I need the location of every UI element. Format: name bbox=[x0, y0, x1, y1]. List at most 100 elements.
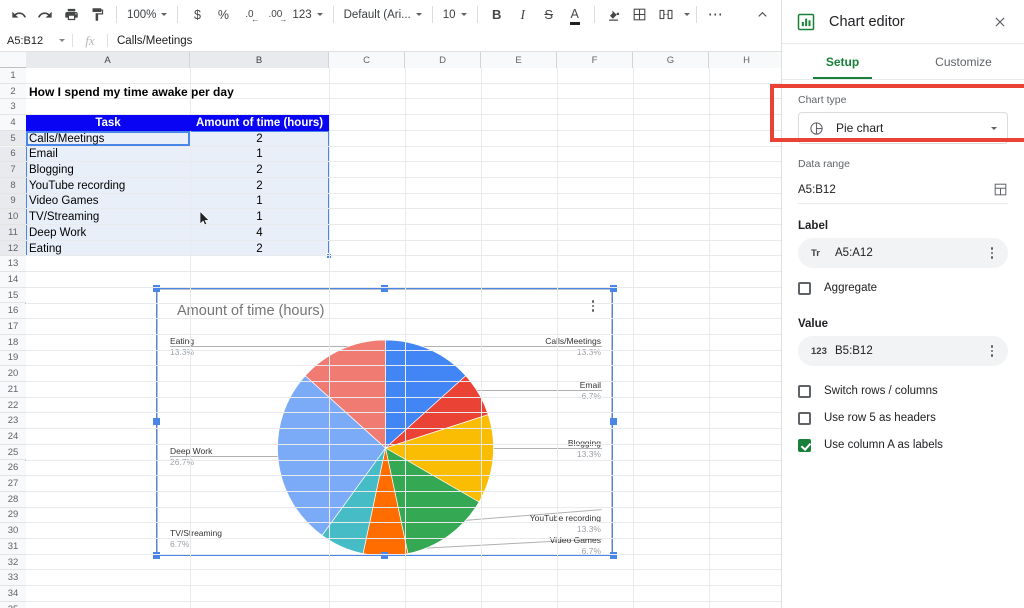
cell-b9-hours[interactable]: 1 bbox=[190, 194, 329, 210]
row-header-4[interactable]: 4 bbox=[0, 115, 26, 131]
redo-icon[interactable] bbox=[32, 3, 58, 27]
row-header-6[interactable]: 6 bbox=[0, 146, 26, 163]
row-header-34[interactable]: 34 bbox=[0, 586, 26, 602]
row-header-18[interactable]: 18 bbox=[0, 334, 26, 351]
row-header-5[interactable]: 5 bbox=[0, 130, 26, 147]
row-header-26[interactable]: 26 bbox=[0, 460, 26, 477]
cell-a9-task[interactable]: Video Games bbox=[26, 194, 190, 210]
row-header-13[interactable]: 13 bbox=[0, 256, 26, 273]
column-header-b[interactable]: B bbox=[190, 52, 329, 68]
row-header-20[interactable]: 20 bbox=[0, 366, 26, 382]
percent-button[interactable]: % bbox=[210, 3, 236, 27]
row-header-30[interactable]: 30 bbox=[0, 523, 26, 539]
chart-type-select[interactable]: Pie chart bbox=[798, 112, 1008, 144]
value-range-chip[interactable]: 123 B5:B12 bbox=[798, 336, 1008, 366]
cell-b10-hours[interactable]: 1 bbox=[190, 209, 329, 225]
value-options-icon[interactable] bbox=[986, 345, 998, 357]
use-row-as-headers-row[interactable]: Use row 5 as headers bbox=[798, 407, 1008, 429]
row-header-8[interactable]: 8 bbox=[0, 177, 26, 194]
use-column-as-labels-row[interactable]: Use column A as labels bbox=[798, 434, 1008, 456]
row-header-12[interactable]: 12 bbox=[0, 240, 26, 257]
chart-object[interactable]: Amount of time (hours) Eating 13.3% Deep… bbox=[157, 289, 612, 556]
select-range-icon[interactable] bbox=[993, 182, 1008, 197]
aggregate-checkbox-row[interactable]: Aggregate bbox=[798, 277, 1008, 299]
row-header-31[interactable]: 31 bbox=[0, 539, 26, 555]
column-header-a[interactable]: A bbox=[26, 52, 190, 68]
cell-b7-hours[interactable]: 2 bbox=[190, 162, 329, 178]
decrease-decimal-button[interactable]: .0 ← bbox=[236, 3, 262, 27]
row-header-14[interactable]: 14 bbox=[0, 272, 26, 288]
name-box[interactable]: A5:B12 bbox=[0, 35, 72, 47]
formula-input[interactable]: Calls/Meetings bbox=[108, 35, 192, 47]
use-column-as-labels-checkbox[interactable] bbox=[798, 438, 811, 452]
row-header-3[interactable]: 3 bbox=[0, 99, 26, 116]
row-header-1[interactable]: 1 bbox=[0, 68, 26, 84]
spreadsheet-grid[interactable]: ABCDEFGH 1 2 3 4 5 6 7 8 9 10 11 12 13 14 15 16 17 18 19 20… bbox=[0, 52, 781, 608]
row-header-21[interactable]: 21 bbox=[0, 382, 26, 398]
row-header-23[interactable]: 23 bbox=[0, 413, 26, 430]
cell-a11-task[interactable]: Deep Work bbox=[26, 225, 190, 241]
chart-editor-panel[interactable]: Chart editor Setup Customize Chart type … bbox=[781, 0, 1024, 608]
aggregate-checkbox[interactable] bbox=[798, 281, 811, 295]
row-header-22[interactable]: 22 bbox=[0, 397, 26, 414]
row-header-25[interactable]: 25 bbox=[0, 444, 26, 461]
cell-b6-hours[interactable]: 1 bbox=[190, 147, 329, 163]
close-icon[interactable] bbox=[990, 12, 1010, 32]
row-header-17[interactable]: 17 bbox=[0, 319, 26, 335]
paint-format-icon[interactable] bbox=[84, 3, 110, 27]
column-header-e[interactable]: E bbox=[481, 52, 557, 68]
collapse-toolbar-icon[interactable] bbox=[749, 3, 775, 27]
cell-a8-task[interactable]: YouTube recording bbox=[26, 178, 190, 194]
zoom-selector[interactable]: 100% bbox=[123, 3, 171, 27]
row-header-15[interactable]: 15 bbox=[0, 287, 26, 304]
cell-a7-task[interactable]: Blogging bbox=[26, 162, 190, 178]
increase-decimal-button[interactable]: .00 → bbox=[262, 3, 288, 27]
row-header-28[interactable]: 28 bbox=[0, 491, 26, 508]
row-header-27[interactable]: 27 bbox=[0, 476, 26, 492]
text-color-button[interactable]: A bbox=[562, 3, 588, 27]
row-header-9[interactable]: 9 bbox=[0, 193, 26, 210]
row-header-7[interactable]: 7 bbox=[0, 162, 26, 178]
cell-b4-header-hours[interactable]: Amount of time (hours) bbox=[190, 115, 329, 131]
row-header-29[interactable]: 29 bbox=[0, 507, 26, 524]
use-row-as-headers-checkbox[interactable] bbox=[798, 411, 811, 425]
cell-a4-header-task[interactable]: Task bbox=[26, 115, 190, 131]
cell-b12-hours[interactable]: 2 bbox=[190, 241, 329, 257]
cell-a2-sheet-title[interactable]: How I spend my time awake per day bbox=[26, 84, 356, 100]
font-selector[interactable]: Default (Ari... bbox=[340, 3, 426, 27]
merge-dropdown[interactable] bbox=[679, 13, 690, 16]
grid-cells[interactable]: Amount of time (hours) Eating 13.3% Deep… bbox=[26, 68, 781, 608]
chart-resize-handle-e[interactable] bbox=[610, 418, 617, 425]
row-header-16[interactable]: 16 bbox=[0, 303, 26, 320]
switch-rows-columns-row[interactable]: Switch rows / columns bbox=[798, 380, 1008, 402]
row-header-24[interactable]: 24 bbox=[0, 429, 26, 445]
label-range-chip[interactable]: Tr A5:A12 bbox=[798, 238, 1008, 268]
row-header-33[interactable]: 33 bbox=[0, 570, 26, 587]
bold-button[interactable]: B bbox=[484, 3, 510, 27]
cell-b8-hours[interactable]: 2 bbox=[190, 178, 329, 194]
cell-a6-task[interactable]: Email bbox=[26, 147, 190, 163]
font-size-selector[interactable]: 10 bbox=[439, 3, 471, 27]
fill-color-icon[interactable] bbox=[601, 3, 627, 27]
cell-b5-hours[interactable]: 2 bbox=[190, 131, 329, 147]
cell-b11-hours[interactable]: 4 bbox=[190, 225, 329, 241]
cell-a12-task[interactable]: Eating bbox=[26, 241, 190, 257]
row-header-10[interactable]: 10 bbox=[0, 209, 26, 225]
row-header-35[interactable]: 35 bbox=[0, 601, 26, 608]
cell-a10-task[interactable]: TV/Streaming bbox=[26, 209, 190, 225]
row-header-19[interactable]: 19 bbox=[0, 350, 26, 367]
borders-icon[interactable] bbox=[627, 3, 653, 27]
currency-button[interactable]: $ bbox=[184, 3, 210, 27]
row-header-11[interactable]: 11 bbox=[0, 225, 26, 241]
column-header-f[interactable]: F bbox=[557, 52, 633, 68]
column-header-d[interactable]: D bbox=[405, 52, 481, 68]
print-icon[interactable] bbox=[58, 3, 84, 27]
row-header-2[interactable]: 2 bbox=[0, 83, 26, 100]
data-range-row[interactable]: A5:B12 bbox=[798, 176, 1008, 204]
strikethrough-button[interactable]: S bbox=[536, 3, 562, 27]
merge-cells-icon[interactable] bbox=[653, 3, 679, 27]
column-header-c[interactable]: C bbox=[329, 52, 405, 68]
row-header-32[interactable]: 32 bbox=[0, 554, 26, 571]
italic-button[interactable]: I bbox=[510, 3, 536, 27]
cell-a5-task[interactable]: Calls/Meetings bbox=[26, 131, 190, 147]
